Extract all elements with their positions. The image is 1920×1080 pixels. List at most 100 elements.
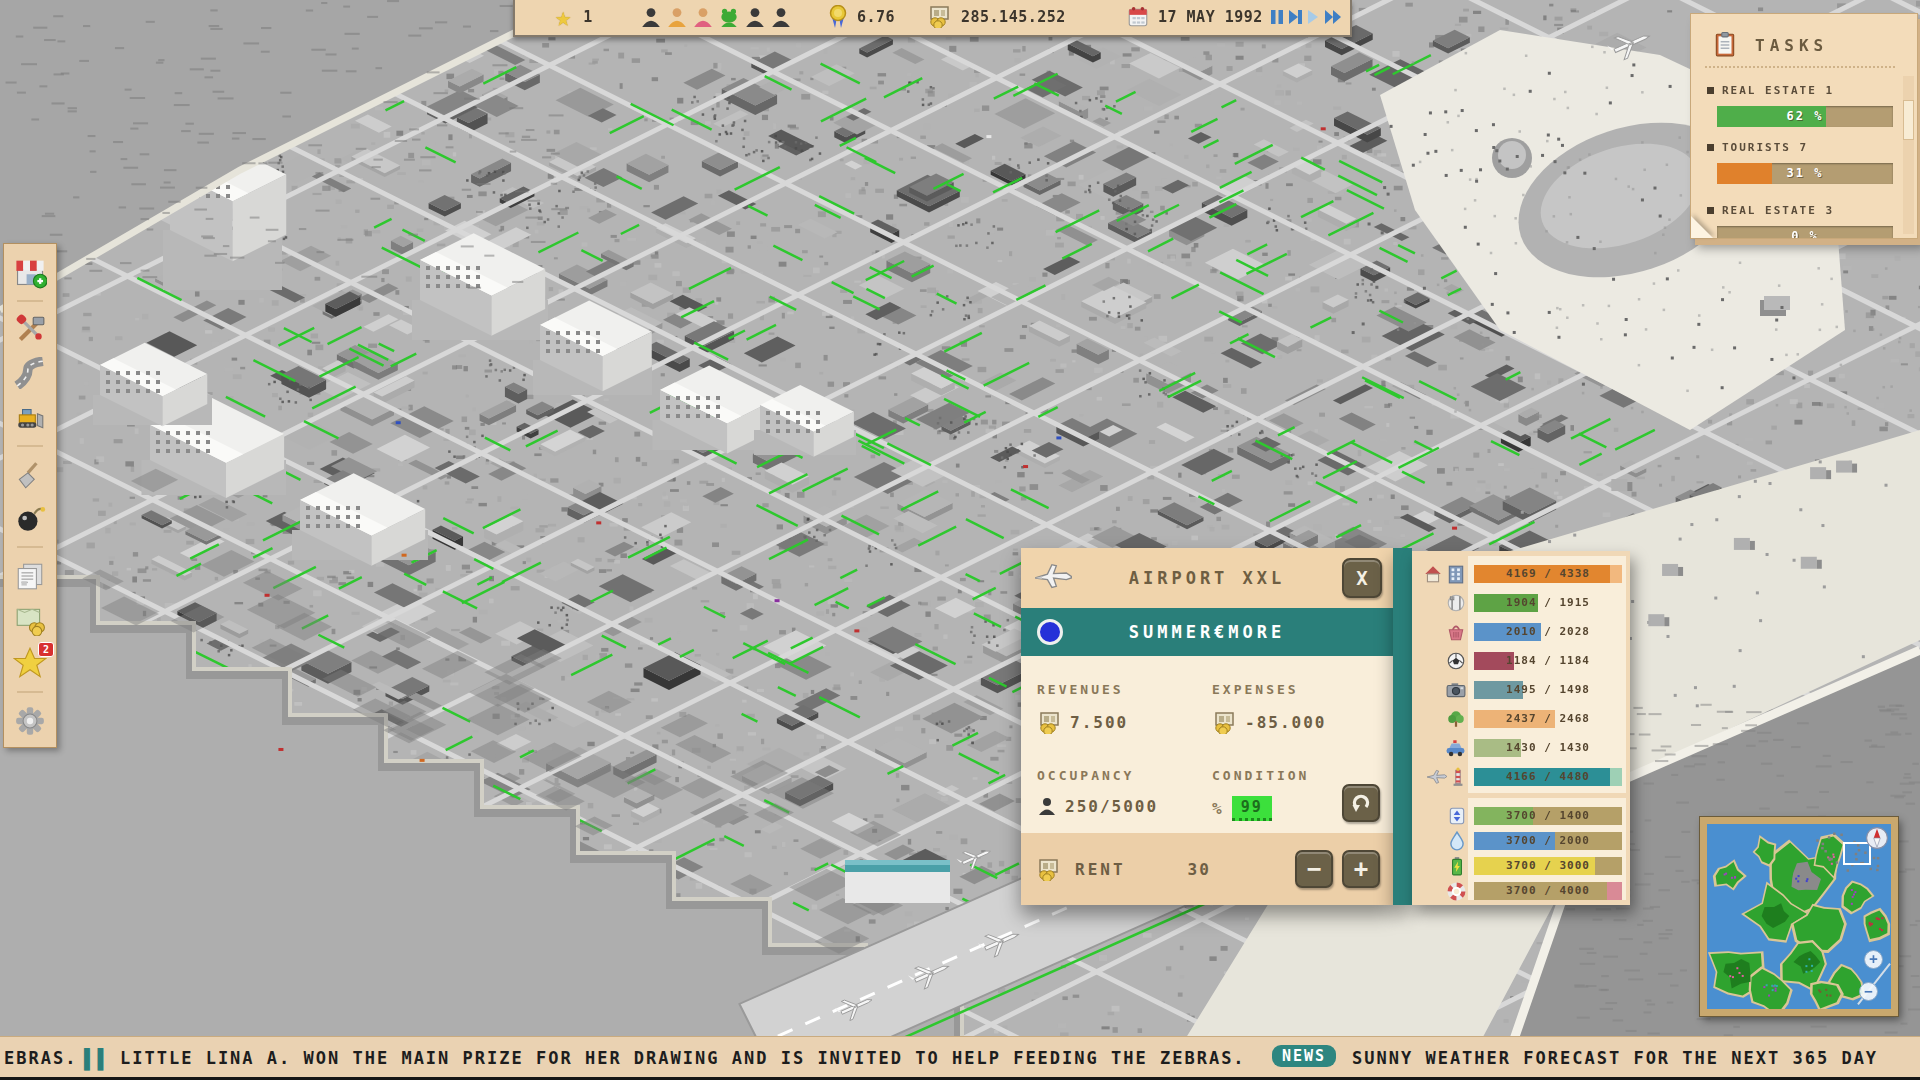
demolish-button[interactable] xyxy=(12,500,48,536)
bullet xyxy=(1707,207,1714,214)
panel-divider xyxy=(1393,548,1412,905)
build-button[interactable] xyxy=(12,254,48,290)
tasks-panel: TASKS REAL ESTATE 1 62 % TOURISTS 7 31 %… xyxy=(1690,13,1918,239)
expenses-value: -85.000 xyxy=(1212,711,1326,734)
road-icon xyxy=(14,357,46,389)
building-dialog: AIRPORT XXL X SUMMER€MORE REVENUES 7.500… xyxy=(1021,548,1393,905)
stats-row[interactable]: 4166 / 4480 xyxy=(1412,764,1630,790)
road-button[interactable] xyxy=(12,355,48,391)
stats-row[interactable]: 4169 / 4338 xyxy=(1412,561,1630,587)
news-button[interactable] xyxy=(12,558,48,594)
play-button[interactable] xyxy=(1306,9,1321,25)
person-icon xyxy=(1037,796,1057,816)
city-stats-panel: 4169 / 4338 1904 / 1915 2010 / 2028 1184… xyxy=(1412,551,1630,905)
recycling-icon xyxy=(1448,806,1466,826)
control-tower-icon xyxy=(1450,767,1466,787)
tasks-scrollbar[interactable] xyxy=(1903,76,1914,234)
fast-forward-button[interactable] xyxy=(1324,9,1339,25)
date-indicator: 17 MAY 1992 xyxy=(1127,0,1263,33)
person-icon xyxy=(640,6,662,28)
task-item[interactable]: REAL ESTATE 3 0 % xyxy=(1707,204,1893,238)
rent-decrease-button[interactable]: − xyxy=(1295,850,1333,888)
bulldozer-icon xyxy=(14,401,46,433)
money-value: 285.145.252 xyxy=(961,8,1066,26)
bullet xyxy=(1707,144,1714,151)
shopping-basket-icon xyxy=(1446,622,1466,642)
stats-row[interactable]: 2437 / 2468 xyxy=(1412,706,1630,732)
bullet xyxy=(1707,87,1714,94)
owner-bar: SUMMER€MORE xyxy=(1021,608,1393,656)
rating-indicator: 6.76 xyxy=(828,0,895,33)
dialog-header: AIRPORT XXL X xyxy=(1021,548,1393,608)
achievement-badge: 2 xyxy=(38,642,54,657)
person-icon xyxy=(666,6,688,28)
task-progress-bar: 62 % xyxy=(1717,106,1893,127)
finance-map-icon xyxy=(14,604,46,636)
divider xyxy=(17,300,43,302)
step-button[interactable] xyxy=(1288,9,1303,25)
task-percent: 62 % xyxy=(1717,106,1893,127)
close-button[interactable]: X xyxy=(1342,558,1382,598)
revenues-value: 7.500 xyxy=(1037,711,1128,734)
compass-icon xyxy=(1865,826,1889,850)
stats-row[interactable]: 1904 / 1915 xyxy=(1412,590,1630,616)
bomb-icon xyxy=(14,502,46,534)
status-bar: ★ 1 6.76 285.145.252 17 MAY 1992 xyxy=(513,0,1352,37)
task-percent: 0 % xyxy=(1717,226,1893,238)
stats-row[interactable]: 2010 / 2028 xyxy=(1412,619,1630,645)
occupancy-value: 250/5000 xyxy=(1037,796,1158,816)
dialog-body: REVENUES 7.500 EXPENSES -85.000 OCCUPANC… xyxy=(1021,656,1393,833)
achievements-button[interactable]: 2 xyxy=(12,646,48,682)
expenses-label: EXPENSES xyxy=(1212,682,1299,697)
stats-row[interactable]: 3700 / 1400 xyxy=(1412,803,1630,829)
task-progress-bar: 0 % xyxy=(1717,226,1893,238)
condition-label: CONDITION xyxy=(1212,768,1309,783)
money-icon xyxy=(1037,711,1062,734)
stats-row[interactable]: 1184 / 1184 xyxy=(1412,648,1630,674)
dialog-title: AIRPORT XXL xyxy=(1021,568,1393,588)
city-map[interactable] xyxy=(0,0,1920,1080)
pause-button[interactable] xyxy=(1270,9,1285,25)
ticker-headline: LITTLE LINA A. WON THE MAIN PRIZE FOR HE… xyxy=(120,1048,1246,1068)
task-item[interactable]: REAL ESTATE 1 62 % xyxy=(1707,84,1893,127)
dialog-footer: RENT 30 − + xyxy=(1021,833,1393,905)
finances-button[interactable] xyxy=(12,602,48,638)
task-label: REAL ESTATE 3 xyxy=(1722,204,1834,217)
stats-row[interactable]: 3700 / 3000 xyxy=(1412,853,1630,879)
tree-icon xyxy=(1446,709,1466,729)
level-indicator: ★ 1 xyxy=(555,0,593,33)
tools-icon xyxy=(14,314,46,346)
person-icon xyxy=(744,6,766,28)
stats-row[interactable]: 3700 / 4000 xyxy=(1412,878,1630,904)
star-icon: ★ xyxy=(555,1,571,32)
terrain-button[interactable] xyxy=(12,457,48,493)
stats-row[interactable]: 1495 / 1498 xyxy=(1412,677,1630,703)
stats-row[interactable]: 1430 / 1430 xyxy=(1412,735,1630,761)
divider xyxy=(17,546,43,548)
date-value: 17 MAY 1992 xyxy=(1158,8,1263,26)
occupancy-label: OCCUPANCY xyxy=(1037,768,1134,783)
settings-button[interactable] xyxy=(12,703,48,739)
bulldozer-button[interactable] xyxy=(12,399,48,435)
rent-value: 30 xyxy=(1188,860,1211,879)
rating-value: 6.76 xyxy=(857,8,895,26)
minimap[interactable]: + − xyxy=(1700,817,1898,1016)
airplane-icon xyxy=(1426,768,1448,786)
newspaper-icon xyxy=(14,560,46,592)
zoom-out-button[interactable]: − xyxy=(1859,982,1878,1001)
stats-row[interactable]: 3700 / 2000 xyxy=(1412,828,1630,854)
ticker-text: EBRAS. xyxy=(4,1048,77,1068)
gear-icon xyxy=(14,705,46,737)
level-value: 1 xyxy=(583,8,593,26)
rotate-button[interactable] xyxy=(1342,784,1380,822)
zoom-in-button[interactable]: + xyxy=(1864,950,1883,969)
soccer-ball-icon xyxy=(1446,651,1466,671)
condition-value: %99 xyxy=(1212,796,1272,821)
news-badge: NEWS xyxy=(1272,1045,1336,1067)
rent-increase-button[interactable]: + xyxy=(1342,850,1380,888)
task-item[interactable]: TOURISTS 7 31 % xyxy=(1707,141,1893,184)
task-progress-bar: 31 % xyxy=(1717,163,1893,184)
repair-button[interactable] xyxy=(12,312,48,348)
shovel-icon xyxy=(14,459,46,491)
building-icon xyxy=(1446,564,1466,584)
